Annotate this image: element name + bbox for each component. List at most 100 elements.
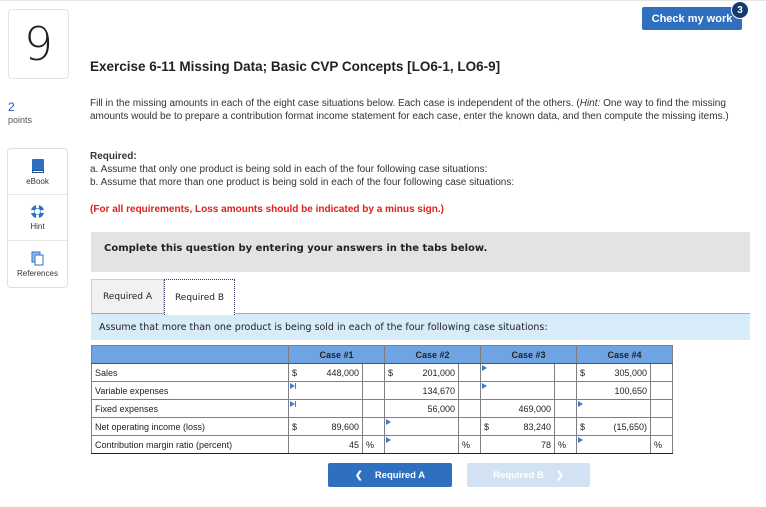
percent-cell [458,417,481,436]
currency-symbol: $ [580,367,586,378]
answer-input-cell[interactable] [502,381,555,400]
header-case-4: Case #4 [576,345,673,364]
cvp-cases-table: Case #1 Case #2 Case #3 Case #4 Sales $44… [91,345,673,454]
currency-cell [576,381,599,400]
value-cell: 469,000 [502,399,555,418]
currency-cell [384,417,407,436]
input-marker-icon [578,401,583,407]
tool-references[interactable]: References [8,241,67,287]
tool-hint-label: Hint [30,222,45,231]
complete-instructions-bar: Complete this question by entering your … [91,232,750,272]
answer-input-cell[interactable] [598,435,651,454]
check-my-work-button[interactable]: Check my work [642,7,742,30]
question-number: 9 [8,9,69,79]
percent-cell [554,381,577,400]
book-icon [31,158,44,173]
percent-cell [458,381,481,400]
currency-cell [288,381,311,400]
value-cell: 83,240 [502,417,555,436]
percent-cell [362,381,385,400]
currency-cell [384,381,407,400]
next-required-b-button[interactable]: Required B ❯ [467,463,590,487]
header-case-1: Case #1 [288,345,385,364]
percent-cell [362,399,385,418]
answer-input-cell[interactable] [502,363,555,382]
value-cell: 201,000 [406,363,459,382]
answer-input-cell[interactable] [406,417,459,436]
percent-cell [650,417,673,436]
tool-hint[interactable]: Hint [8,195,67,241]
answer-input-cell[interactable] [406,435,459,454]
currency-symbol: $ [580,421,586,432]
lifebuoy-icon [30,204,45,219]
input-marker-icon [290,383,296,389]
currency-cell [384,399,407,418]
chevron-left-icon: ❮ [354,469,363,481]
points-value: 2 [8,100,15,114]
percent-cell [458,363,481,382]
next-label: Required B [493,469,544,481]
currency-cell [576,435,599,454]
answer-input-cell[interactable] [598,399,651,418]
currency-cell [288,399,311,418]
tool-ebook[interactable]: eBook [8,149,67,195]
tools-sidebar: eBook Hint References [7,148,68,288]
points-indicator: 2 points [8,100,32,125]
row-label: Net operating income (loss) [91,417,289,436]
tool-references-label: References [17,268,58,278]
points-label: points [8,115,33,125]
currency-cell [384,435,407,454]
hint-label: Hint: [579,98,601,109]
value-cell: 134,670 [406,381,459,400]
value-cell: 45 [310,435,363,454]
percent-cell [362,363,385,382]
input-marker-icon [578,437,583,443]
percent-cell: % [362,435,385,454]
currency-cell [480,363,503,382]
percent-cell [362,417,385,436]
currency-symbol: $ [292,367,298,378]
value-cell: 100,650 [598,381,651,400]
header-case-3: Case #3 [480,345,577,364]
currency-cell [480,381,503,400]
prev-required-a-button[interactable]: ❮ Required A [328,463,452,487]
answer-input-cell[interactable] [310,381,363,400]
percent-cell [458,399,481,418]
currency-symbol: $ [388,367,394,378]
value-cell: 305,000 [598,363,651,382]
percent-cell: % [650,435,673,454]
header-blank [91,345,289,364]
tab-required-a[interactable]: Required A [91,279,164,314]
documents-icon [31,251,43,265]
currency-cell [480,399,503,418]
required-section: Required: a. Assume that only one produc… [90,150,750,189]
currency-cell: $ [288,363,311,382]
instructions-pre: Fill in the missing amounts in each of t… [90,98,580,109]
assume-text-bar: Assume that more than one product is bei… [91,314,750,340]
currency-cell [576,399,599,418]
table-row: Contribution margin ratio (percent) 45%% 7… [91,435,673,454]
chevron-right-icon: ❯ [555,469,564,481]
prev-label: Required A [374,469,426,481]
value-cell: 448,000 [310,363,363,382]
value-cell: (15,650) [598,417,651,436]
percent-cell [554,399,577,418]
input-marker-icon [482,365,487,371]
value-cell: 78 [502,435,555,454]
currency-cell: $ [480,417,503,436]
currency-cell: $ [576,363,599,382]
answer-input-cell[interactable] [310,399,363,418]
percent-cell: % [458,435,481,454]
value-cell: 56,000 [406,399,459,418]
table-row: Net operating income (loss) $89,600 $83,24… [91,417,673,436]
tool-ebook-label: eBook [26,176,49,186]
row-label: Fixed expenses [91,399,289,418]
input-marker-icon [386,419,391,425]
loss-note: (For all requirements, Loss amounts shou… [90,204,444,215]
row-label: Sales [91,363,289,382]
instructions-text: Fill in the missing amounts in each of t… [90,97,750,123]
row-label: Contribution margin ratio (percent) [91,435,289,454]
currency-cell: $ [288,417,311,436]
tab-required-b[interactable]: Required B [164,279,235,315]
percent-cell [554,363,577,382]
